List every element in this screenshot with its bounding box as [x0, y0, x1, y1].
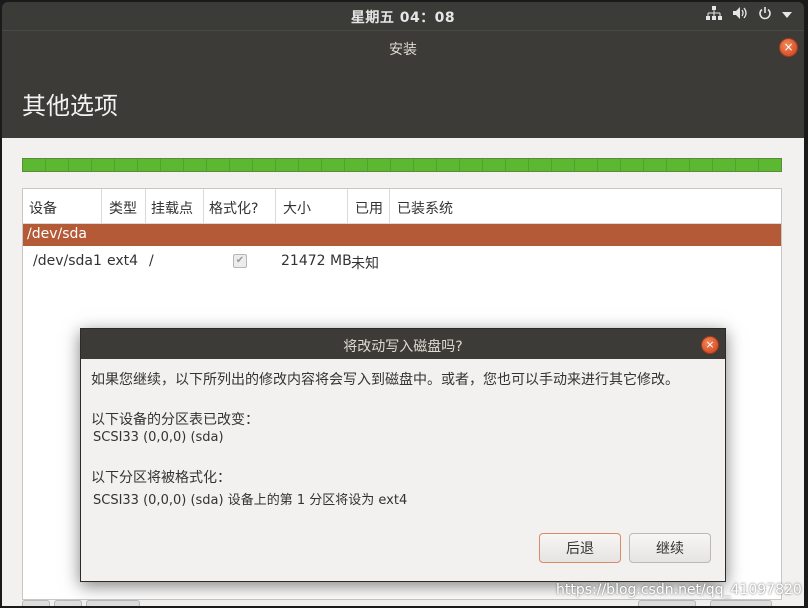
network-icon[interactable]	[706, 6, 722, 24]
volume-icon[interactable]	[732, 6, 748, 24]
window-title: 安装	[389, 42, 417, 58]
add-partition-button[interactable]	[22, 600, 50, 606]
format-checkbox[interactable]: ✔	[233, 254, 247, 268]
header-divider	[347, 189, 348, 223]
progress-fill	[23, 159, 781, 171]
dialog-title: 将改动写入磁盘吗?	[343, 339, 463, 355]
clock[interactable]: 星期五 04：08	[2, 7, 804, 27]
partition-controls	[22, 600, 140, 606]
system-tray	[706, 6, 792, 24]
header-device[interactable]: 设备	[29, 198, 57, 218]
partition-type: ext4	[107, 253, 139, 269]
disk-name: /dev/sda	[27, 226, 87, 242]
dialog-close-button[interactable]: ×	[701, 336, 719, 354]
partition-mount: /	[149, 253, 154, 269]
header-mount[interactable]: 挂载点	[151, 198, 193, 218]
window-titlebar: 安装 ×	[2, 30, 804, 65]
page-header: 其他选项	[2, 64, 804, 138]
partition-size: 21472 MB	[281, 253, 352, 269]
header-used[interactable]: 已用	[355, 198, 383, 218]
header-divider	[101, 189, 102, 223]
dialog-intro: 如果您继续，以下所列出的修改内容将会写入到磁盘中。或者，您也可以手动来进行其它修…	[91, 372, 679, 388]
partition-change-device: SCSI33 (0,0,0) (sda)	[93, 430, 224, 445]
top-panel: 星期五 04：08	[2, 2, 804, 30]
header-divider	[203, 189, 204, 223]
power-icon[interactable]	[758, 6, 772, 24]
page-title: 其他选项	[22, 92, 118, 120]
format-item: SCSI33 (0,0,0) (sda) 设备上的第 1 分区将设为 ext4	[93, 493, 408, 508]
window-close-button[interactable]: ×	[779, 38, 798, 57]
header-divider	[275, 189, 276, 223]
menu-down-icon[interactable]	[782, 7, 792, 23]
format-heading: 以下分区将被格式化：	[91, 470, 231, 486]
partition-device: /dev/sda1	[33, 253, 102, 269]
header-format[interactable]: 格式化?	[209, 198, 258, 218]
installer-screen: 星期五 04：08 安装 × 其他选项 设备 类型 挂载点 格式化? 大小 已用…	[2, 2, 804, 606]
table-row-disk[interactable]: /dev/sda	[23, 224, 781, 246]
remove-partition-button[interactable]	[54, 600, 82, 606]
header-system[interactable]: 已装系统	[397, 198, 453, 218]
partition-used: 未知	[351, 256, 379, 272]
table-row-partition[interactable]: /dev/sda1 ext4 / ✔ 21472 MB 未知	[23, 251, 781, 273]
partition-change-heading: 以下设备的分区表已改变：	[91, 412, 259, 428]
table-header: 设备 类型 挂载点 格式化? 大小 已用 已装系统	[23, 189, 781, 224]
back-button[interactable]: 后退	[539, 533, 621, 563]
watermark: https://blog.csdn.net/qq_41097820	[556, 582, 802, 598]
header-type[interactable]: 类型	[109, 198, 137, 218]
change-partition-button[interactable]	[86, 600, 140, 606]
header-divider	[389, 189, 390, 223]
dialog-titlebar: 将改动写入磁盘吗? ×	[81, 329, 725, 359]
header-size[interactable]: 大小	[283, 198, 311, 218]
revert-button[interactable]	[710, 600, 772, 606]
continue-button[interactable]: 继续	[629, 533, 711, 563]
new-table-button[interactable]	[638, 600, 696, 606]
install-progress-bar	[22, 158, 782, 172]
header-divider	[145, 189, 146, 223]
confirm-write-dialog: 将改动写入磁盘吗? × 如果您继续，以下所列出的修改内容将会写入到磁盘中。或者，…	[80, 328, 726, 582]
